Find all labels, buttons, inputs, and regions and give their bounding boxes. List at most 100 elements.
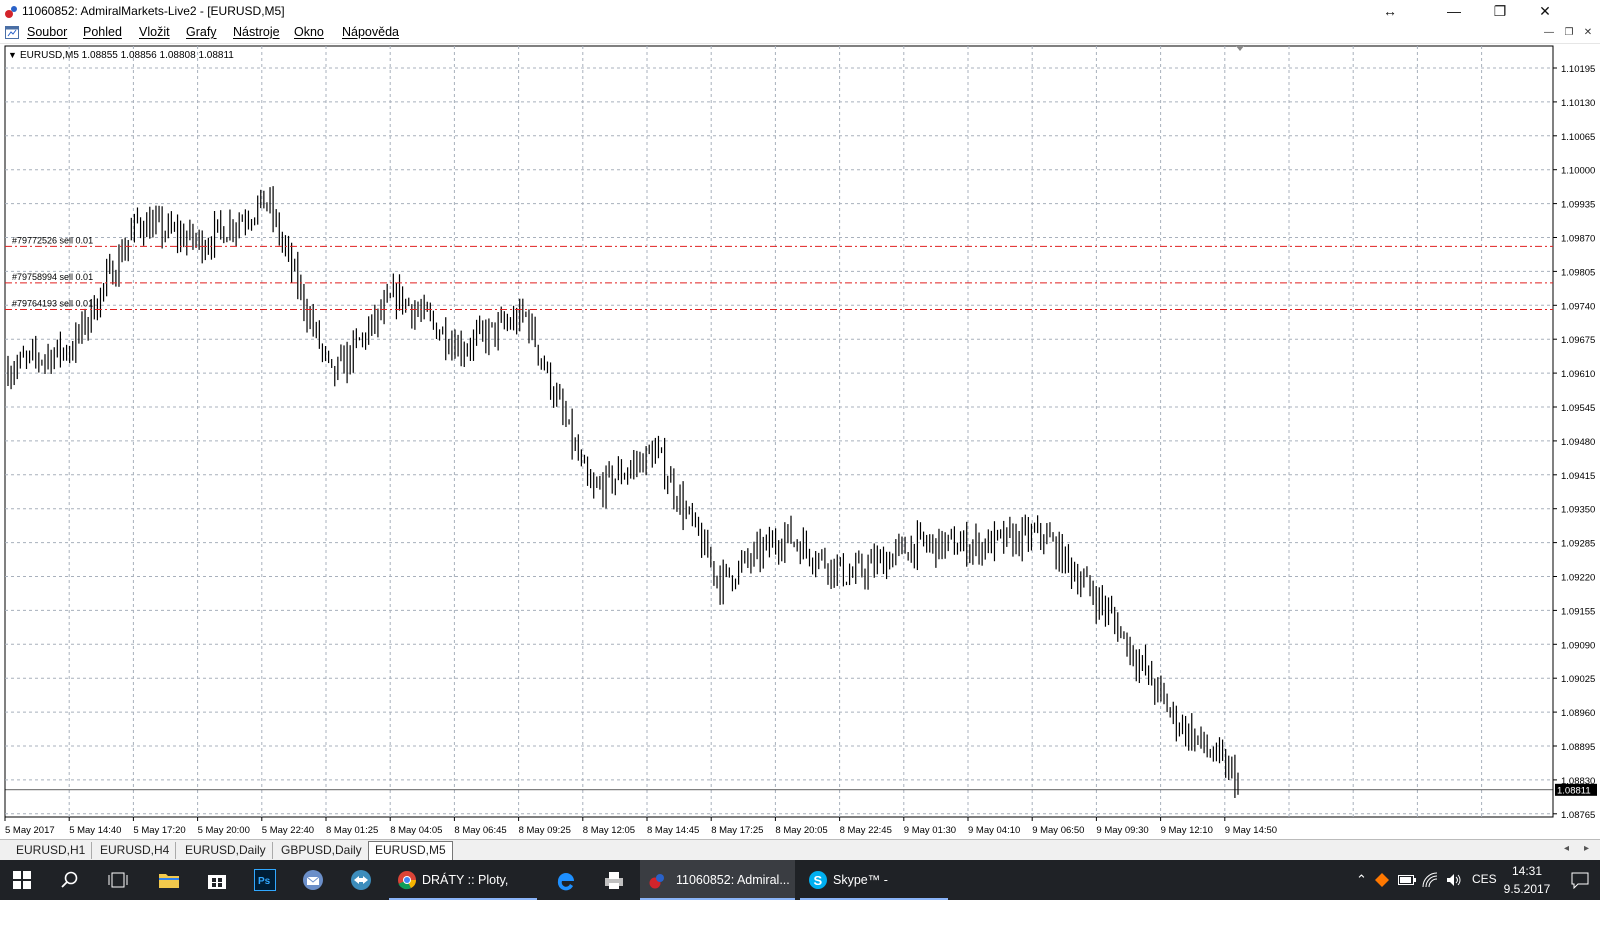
taskbar: Ps DRÁTY :: Ploty, gab... 11060852: Admi… — [0, 860, 1600, 927]
time-tick-label: 5 May 17:20 — [133, 825, 185, 836]
time-tick-label: 8 May 22:45 — [840, 825, 892, 836]
time-tick-label: 8 May 06:45 — [454, 825, 506, 836]
price-tick-label: 1.09090 — [1561, 640, 1595, 651]
tab-gbpusd-daily[interactable]: GBPUSD,Daily — [275, 842, 369, 859]
price-tick-label: 1.09870 — [1561, 234, 1595, 245]
price-tick-label: 1.08960 — [1561, 708, 1595, 719]
language-indicator[interactable]: CES — [1472, 872, 1497, 886]
tab-eurusd-daily[interactable]: EURUSD,Daily — [179, 842, 273, 859]
mdi-restore-button[interactable]: ❐ — [1561, 25, 1577, 41]
order-label: #79764193 sell 0.01 — [12, 298, 93, 308]
teamviewer-icon[interactable] — [347, 866, 375, 894]
menu-napoveda[interactable]: Nápověda — [342, 25, 399, 39]
price-tick-label: 1.09610 — [1561, 369, 1595, 380]
system-tray: ⌃ CES 14:31 9.5.2017 — [1356, 860, 1600, 900]
price-tick-label: 1.09935 — [1561, 200, 1595, 211]
wifi-icon[interactable] — [1422, 872, 1438, 888]
close-button[interactable]: ✕ — [1522, 0, 1568, 23]
price-tick-label: 1.10195 — [1561, 64, 1595, 75]
svg-text:Ps: Ps — [258, 876, 271, 887]
time-tick-label: 8 May 17:25 — [711, 825, 763, 836]
thunderbird-icon[interactable] — [299, 866, 327, 894]
resize-icon[interactable]: ↔ — [1367, 0, 1413, 23]
time-tick-label: 9 May 09:30 — [1096, 825, 1148, 836]
edge-icon[interactable] — [552, 866, 580, 894]
task-skype[interactable]: S Skype™ - martin.cr... — [800, 860, 948, 927]
chart-background — [0, 44, 1600, 839]
time-tick-label: 8 May 14:45 — [647, 825, 699, 836]
tab-scroll-right-icon[interactable]: ▸ — [1584, 843, 1589, 854]
price-chart[interactable]: #79772526 sell 0.01 #79758994 sell 0.01 #7… — [0, 44, 1600, 839]
price-tick-label: 1.09350 — [1561, 505, 1595, 516]
time-tick-label: 8 May 09:25 — [519, 825, 571, 836]
order-label: #79772526 sell 0.01 — [12, 235, 93, 245]
chart-header: EURUSD,M5 1.08855 1.08856 1.08808 1.0881… — [20, 50, 234, 61]
time-tick-label: 9 May 14:50 — [1225, 825, 1277, 836]
notification-icon[interactable] — [1571, 871, 1589, 889]
task-chrome[interactable]: DRÁTY :: Ploty, gab... — [389, 860, 537, 927]
maximize-button[interactable]: ❐ — [1477, 0, 1523, 23]
menu-pohled[interactable]: Pohled — [83, 25, 122, 39]
price-tick-label: 1.09675 — [1561, 335, 1595, 346]
price-tick-label: 1.09740 — [1561, 301, 1595, 312]
price-tick-label: 1.09285 — [1561, 539, 1595, 550]
store-icon[interactable] — [203, 866, 231, 894]
price-tick-label: 1.09805 — [1561, 267, 1595, 278]
search-icon[interactable] — [56, 866, 84, 894]
price-tick-label: 1.08895 — [1561, 742, 1595, 753]
price-tick-label: 1.08765 — [1561, 810, 1595, 821]
price-tick-label: 1.09220 — [1561, 573, 1595, 584]
tab-eurusd-h4[interactable]: EURUSD,H4 — [94, 842, 177, 859]
clock-date[interactable]: 9.5.2017 — [1502, 882, 1552, 896]
menu-soubor[interactable]: Soubor — [27, 25, 67, 39]
menu-vlozit[interactable]: Vložit — [139, 25, 170, 39]
time-tick-label: 5 May 14:40 — [69, 825, 121, 836]
task-admiralmarkets[interactable]: 11060852: Admiral... — [640, 860, 795, 900]
mdi-minimize-button[interactable]: — — [1541, 25, 1557, 41]
current-price-label: 1.08811 — [1557, 785, 1591, 796]
minimize-button[interactable]: — — [1431, 0, 1477, 23]
time-tick-label: 8 May 04:05 — [390, 825, 442, 836]
order-label: #79758994 sell 0.01 — [12, 272, 93, 282]
time-tick-label: 8 May 12:05 — [583, 825, 635, 836]
time-tick-label: 9 May 04:10 — [968, 825, 1020, 836]
printer-icon[interactable] — [600, 866, 628, 894]
volume-icon[interactable] — [1446, 872, 1462, 888]
tray-expand-icon[interactable]: ⌃ — [1356, 872, 1367, 888]
chrome-icon — [398, 871, 416, 890]
task-skype-label: Skype™ - martin.cr... — [833, 873, 892, 927]
menu-nastroje[interactable]: Nástroje — [233, 25, 280, 39]
mdi-close-button[interactable]: ✕ — [1580, 25, 1596, 41]
current-price-box: 1.08811 — [1555, 783, 1597, 796]
chart-window-icon — [5, 26, 19, 39]
time-tick-label: 9 May 01:30 — [904, 825, 956, 836]
metatrader-task-icon — [649, 874, 664, 889]
menu-grafy[interactable]: Grafy — [186, 25, 217, 39]
price-tick-label: 1.09545 — [1561, 403, 1595, 414]
price-tick-label: 1.09155 — [1561, 606, 1595, 617]
price-tick-label: 1.10130 — [1561, 98, 1595, 109]
clock-time[interactable]: 14:31 — [1502, 864, 1552, 878]
file-explorer-icon[interactable] — [155, 866, 183, 894]
price-tick-label: 1.10065 — [1561, 132, 1595, 143]
price-tick-label: 1.09025 — [1561, 674, 1595, 685]
windows-start-icon[interactable] — [8, 866, 36, 894]
time-tick-label: 9 May 06:50 — [1032, 825, 1084, 836]
skype-icon: S — [809, 871, 827, 889]
time-tick-label: 8 May 20:05 — [775, 825, 827, 836]
task-view-icon[interactable] — [104, 866, 132, 894]
metatrader-icon — [5, 6, 17, 18]
tab-scroll-left-icon[interactable]: ◂ — [1564, 843, 1569, 854]
avast-icon[interactable] — [1374, 872, 1390, 888]
time-tick-label: 5 May 20:00 — [198, 825, 250, 836]
chart-collapse-icon[interactable]: ▼ — [8, 50, 17, 60]
tab-eurusd-m5[interactable]: EURUSD,M5 — [368, 841, 453, 861]
svg-text:S: S — [814, 873, 823, 888]
time-tick-label: 8 May 01:25 — [326, 825, 378, 836]
tab-eurusd-h1[interactable]: EURUSD,H1 — [10, 842, 93, 859]
time-tick-label: 5 May 2017 — [5, 825, 55, 836]
battery-icon[interactable] — [1398, 875, 1416, 885]
time-tick-label: 9 May 12:10 — [1161, 825, 1213, 836]
photoshop-icon[interactable]: Ps — [251, 866, 279, 894]
menu-okno[interactable]: Okno — [294, 25, 324, 39]
